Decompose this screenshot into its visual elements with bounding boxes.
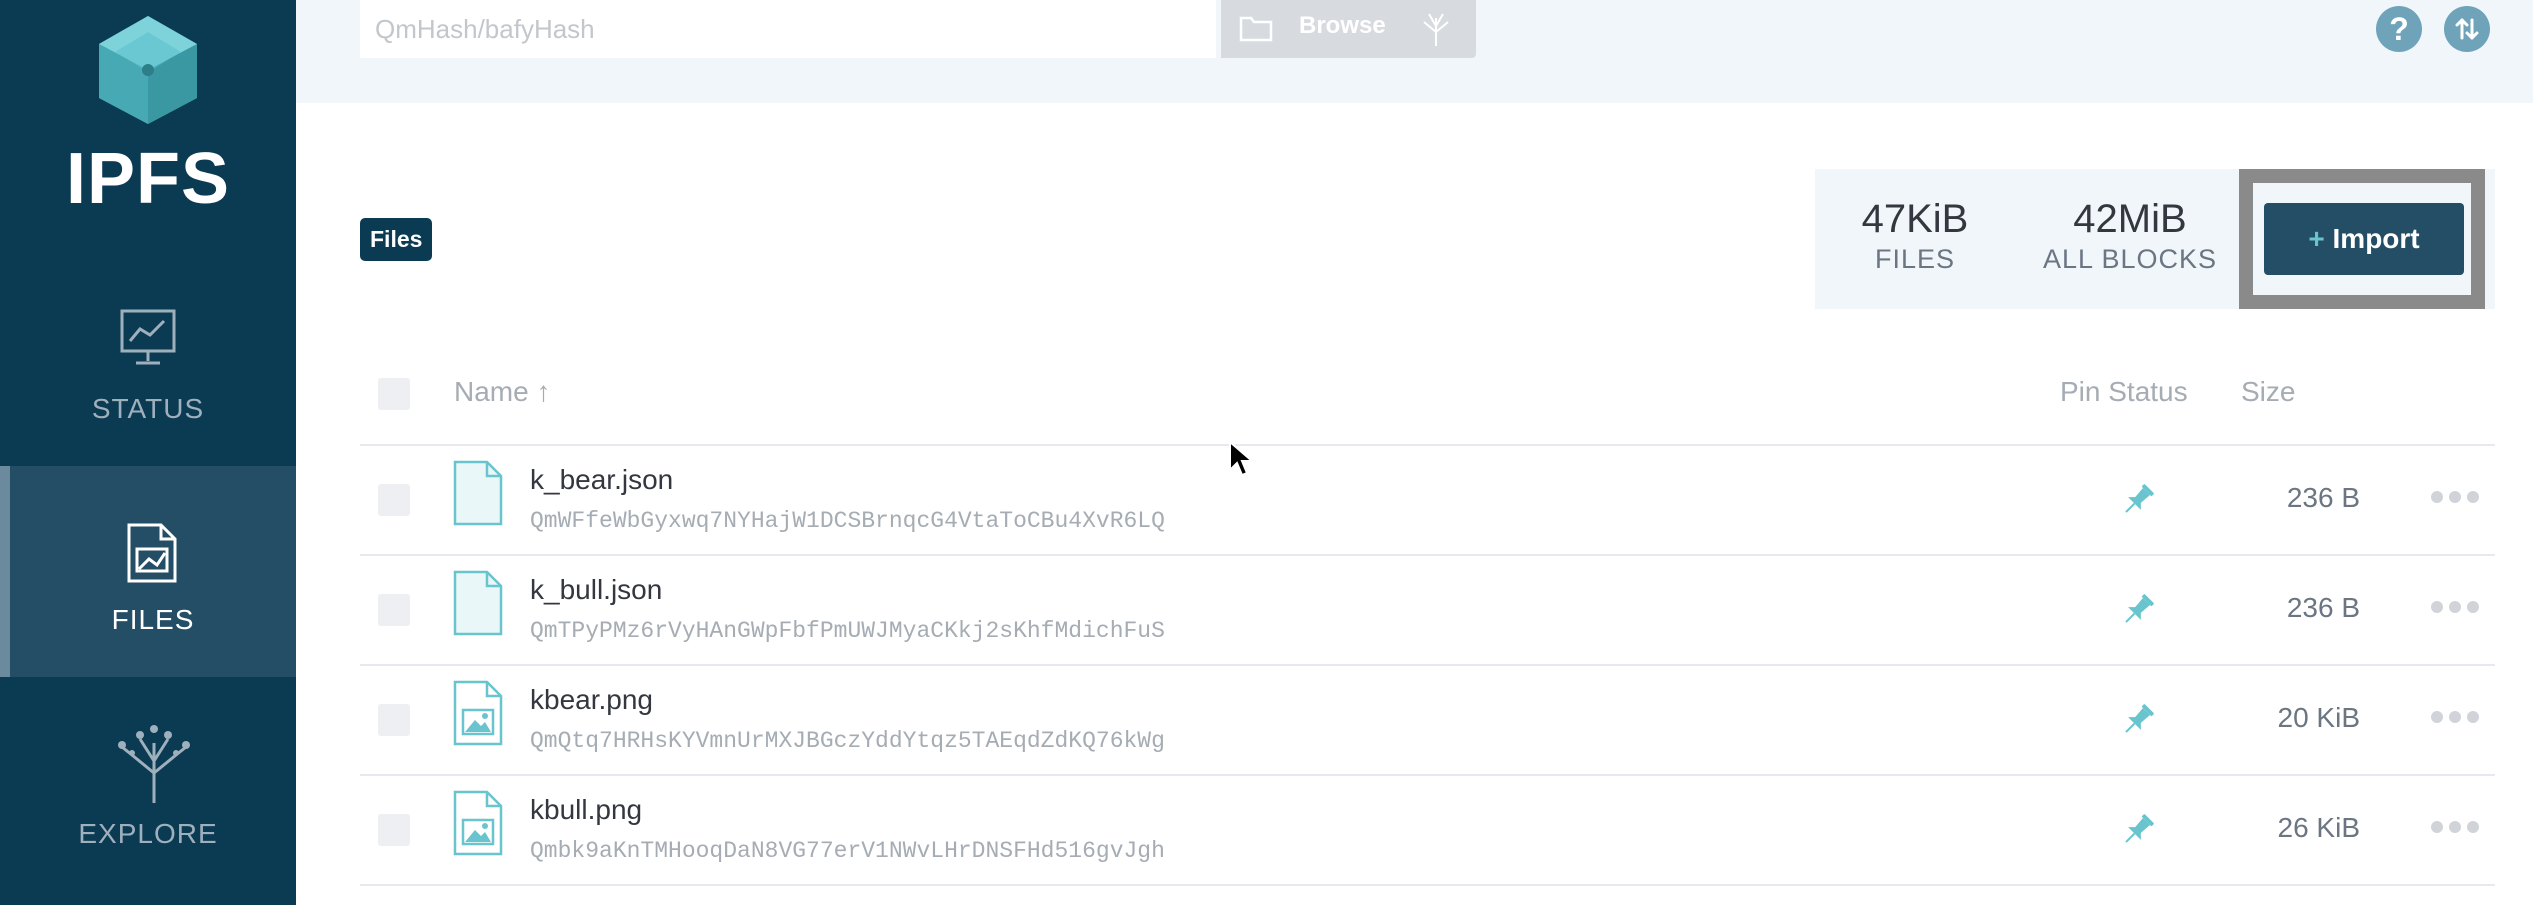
file-hash: Qmbk9aKnTMHooqDaN8VG77erV1NWvLHrDNSFHd51… (530, 838, 1165, 864)
document-file-icon (453, 460, 503, 526)
logo-text: IPFS (65, 139, 231, 219)
select-all-checkbox[interactable] (378, 378, 410, 410)
sidebar-item-label: EXPLORE (78, 818, 218, 849)
file-name[interactable]: kbull.png (530, 794, 642, 826)
mouse-cursor-icon (1229, 440, 1254, 477)
header: Browse ? (296, 0, 2533, 103)
sidebar-item-explore[interactable]: EXPLORE (0, 677, 296, 888)
active-indicator (0, 466, 10, 677)
file-name[interactable]: k_bull.json (530, 574, 662, 606)
plus-icon: + (2308, 223, 2325, 254)
row-checkbox[interactable] (378, 484, 410, 516)
browse-button[interactable]: Browse (1221, 0, 1476, 58)
more-options-icon[interactable] (2430, 710, 2480, 724)
files-doc-icon (127, 523, 177, 583)
sidebar-item-files[interactable]: FILES (0, 466, 296, 677)
stat-label: FILES (1874, 244, 1956, 274)
table-row[interactable]: k_bear.json QmWFfeWbGyxwq7NYHajW1DCSBrnq… (360, 446, 2495, 556)
stat-value: 42MiB (2073, 197, 2187, 241)
file-hash: QmWFfeWbGyxwq7NYHajW1DCSBrnqcG4VtaToCBu4… (530, 508, 1165, 534)
file-hash: QmTPyPMz6rVyHAnGWpFbfPmUWJMyaCKkj2sKhfMd… (530, 618, 1165, 644)
stat-files: 47KiB FILES (1855, 197, 1975, 275)
file-size: 236 B (2286, 482, 2360, 513)
browse-label: Browse (1299, 12, 1386, 39)
files-table: Name ↑ Pin Status Size k_bear.json QmWFf… (360, 350, 2495, 886)
more-options-icon[interactable] (2430, 820, 2480, 834)
sidebar: IPFS STATUS FILES EXPLORE (0, 0, 296, 905)
folder-icon (1239, 16, 1273, 42)
status-chart-icon (120, 309, 176, 365)
sync-arrows-icon[interactable] (2444, 6, 2490, 52)
row-checkbox[interactable] (378, 814, 410, 846)
help-icon[interactable]: ? (2376, 6, 2422, 52)
file-hash: QmQtq7HRHsKYVmnUrMXJBGczYddYtqz5TAEqdZdK… (530, 728, 1165, 754)
row-checkbox[interactable] (378, 704, 410, 736)
file-name[interactable]: kbear.png (530, 684, 653, 716)
table-header: Name ↑ Pin Status Size (360, 350, 2495, 446)
search-input[interactable] (360, 0, 1216, 58)
document-file-icon (453, 570, 503, 636)
pin-icon[interactable] (2118, 810, 2158, 850)
breadcrumb[interactable]: Files (360, 218, 433, 261)
image-file-icon (453, 790, 503, 856)
import-label: Import (2332, 223, 2420, 254)
pin-icon[interactable] (2118, 700, 2158, 740)
tree-icon (118, 725, 190, 803)
column-pin-status[interactable]: Pin Status (2060, 376, 2188, 408)
file-size: 20 KiB (2277, 702, 2361, 733)
pin-icon[interactable] (2118, 590, 2158, 630)
file-size: 26 KiB (2277, 812, 2361, 843)
more-options-icon[interactable] (2430, 600, 2480, 614)
sidebar-item-label: FILES (111, 604, 195, 635)
file-name[interactable]: k_bear.json (530, 464, 673, 496)
import-button[interactable]: + Import (2264, 203, 2464, 275)
explore-tree-icon[interactable] (1416, 8, 1456, 48)
sidebar-item-label: STATUS (91, 393, 205, 424)
row-checkbox[interactable] (378, 594, 410, 626)
table-row[interactable]: kbear.png QmQtq7HRHsKYVmnUrMXJBGczYddYtq… (360, 666, 2495, 776)
more-options-icon[interactable] (2430, 490, 2480, 504)
ipfs-cube-icon (99, 16, 197, 124)
stat-label: ALL BLOCKS (2042, 244, 2218, 274)
stat-all-blocks: 42MiB ALL BLOCKS (2015, 197, 2245, 275)
image-file-icon (453, 680, 503, 746)
pin-icon[interactable] (2118, 480, 2158, 520)
table-row[interactable]: kbull.png Qmbk9aKnTMHooqDaN8VG77erV1NWvL… (360, 776, 2495, 886)
sidebar-item-status[interactable]: STATUS (0, 255, 296, 466)
column-name[interactable]: Name ↑ (454, 376, 550, 408)
stat-value: 47KiB (1861, 197, 1969, 241)
file-size: 236 B (2286, 592, 2360, 623)
column-size[interactable]: Size (2241, 376, 2295, 408)
table-row[interactable]: k_bull.json QmTPyPMz6rVyHAnGWpFbfPmUWJMy… (360, 556, 2495, 666)
